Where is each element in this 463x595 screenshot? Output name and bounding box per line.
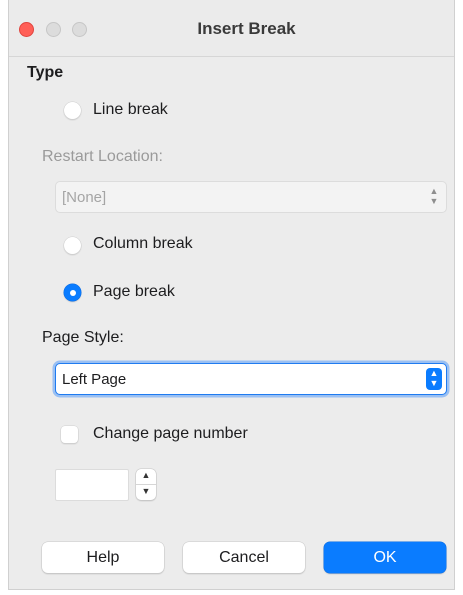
- restart-location-select: [None] ▲ ▼: [55, 181, 447, 213]
- page-break-radio[interactable]: [64, 284, 81, 301]
- change-page-number-checkbox[interactable]: [61, 426, 78, 443]
- page-style-value: Left Page: [62, 371, 127, 388]
- page-break-label[interactable]: Page break: [93, 283, 175, 301]
- up-down-chevron-icon[interactable]: ▲ ▼: [426, 368, 442, 390]
- help-button[interactable]: Help: [42, 542, 164, 573]
- column-break-radio[interactable]: [64, 237, 81, 254]
- page-style-select[interactable]: Left Page ▲ ▼: [55, 363, 447, 395]
- page-style-label: Page Style:: [42, 329, 124, 346]
- line-break-radio[interactable]: [64, 102, 81, 119]
- up-down-chevron-icon: ▲ ▼: [429, 186, 439, 206]
- cancel-button[interactable]: Cancel: [183, 542, 305, 573]
- restart-location-label: Restart Location:: [42, 148, 163, 165]
- restart-location-value: [None]: [62, 189, 107, 206]
- column-break-label[interactable]: Column break: [93, 235, 193, 253]
- dialog-title: Insert Break: [197, 19, 296, 38]
- decrement-icon[interactable]: ▼: [136, 485, 156, 500]
- title-bar: Insert Break: [9, 0, 454, 57]
- change-page-number-label[interactable]: Change page number: [93, 425, 248, 443]
- line-break-label[interactable]: Line break: [93, 101, 168, 119]
- insert-break-dialog: Insert Break Type Line break Restart Loc…: [8, 0, 455, 590]
- page-number-field[interactable]: [55, 469, 129, 501]
- increment-icon[interactable]: ▲: [136, 469, 156, 485]
- ok-button[interactable]: OK: [324, 542, 446, 573]
- page-number-stepper[interactable]: ▲ ▼: [136, 469, 156, 500]
- type-section-title: Type: [27, 64, 64, 81]
